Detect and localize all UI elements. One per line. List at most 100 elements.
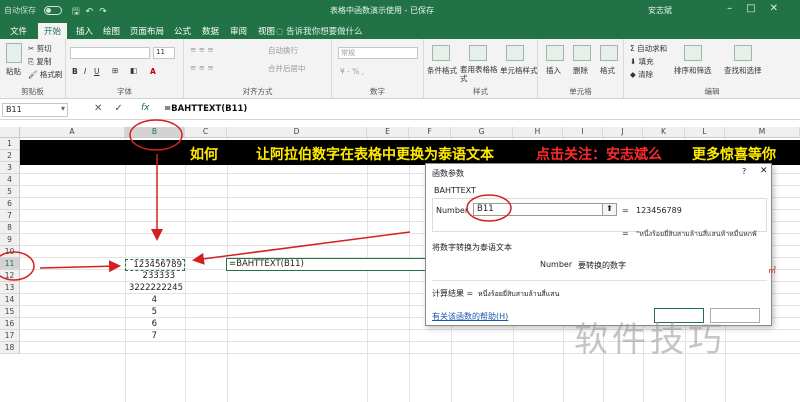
find-select-button[interactable]: 查找和选择: [724, 65, 762, 76]
cell-styles-button[interactable]: 单元格样式: [500, 65, 538, 76]
column-header-l[interactable]: L: [685, 127, 725, 138]
insert-function-icon[interactable]: fx: [141, 103, 150, 113]
row-header-12[interactable]: 12: [0, 270, 20, 282]
dialog-close-icon[interactable]: ✕: [760, 166, 768, 176]
column-header-h[interactable]: H: [513, 127, 563, 138]
tab-review[interactable]: 审阅: [230, 25, 247, 37]
format-cells-button[interactable]: 格式: [600, 65, 615, 76]
number-format-box[interactable]: 常规: [338, 47, 418, 59]
merge-center-button[interactable]: 合并后居中: [268, 63, 306, 74]
select-all-corner[interactable]: [0, 127, 20, 138]
cancel-entry-icon[interactable]: ✕: [94, 103, 114, 114]
font-name-box[interactable]: [70, 47, 150, 59]
row-header-3[interactable]: 3: [0, 162, 20, 174]
number-argument-input[interactable]: B11: [473, 203, 617, 216]
collapse-dialog-icon[interactable]: ⬆: [602, 203, 617, 216]
align-top-icon[interactable]: ≡ ≡ ≡: [190, 45, 214, 54]
maximize-icon[interactable]: □: [746, 3, 769, 14]
fill-color-icon[interactable]: ◧: [130, 66, 137, 75]
tab-data[interactable]: 数据: [202, 25, 219, 37]
name-box[interactable]: B11: [2, 103, 68, 117]
cut-button[interactable]: ✂ 剪切: [28, 43, 52, 54]
column-header-a[interactable]: A: [20, 127, 125, 138]
column-header-g[interactable]: G: [451, 127, 513, 138]
cell-b15[interactable]: 5: [125, 307, 157, 317]
font-size-box[interactable]: 11: [153, 47, 175, 59]
tab-page-layout[interactable]: 页面布局: [130, 25, 164, 37]
undo-icon[interactable]: ↶: [86, 7, 100, 17]
font-color-icon[interactable]: A: [150, 67, 156, 76]
paste-icon[interactable]: [6, 43, 22, 63]
function-help-link[interactable]: 有关该函数的帮助(H): [432, 311, 508, 322]
cell-b14[interactable]: 4: [125, 295, 157, 305]
row-header-5[interactable]: 5: [0, 186, 20, 198]
redo-icon[interactable]: ↷: [99, 7, 113, 17]
tab-home[interactable]: 开始: [38, 23, 68, 39]
close-window-icon[interactable]: ✕: [770, 3, 792, 14]
column-header-e[interactable]: E: [367, 127, 409, 138]
paste-button[interactable]: 粘贴: [6, 66, 21, 77]
insert-cells-button[interactable]: 插入: [546, 65, 561, 76]
cell-b13[interactable]: 3222222245: [125, 283, 183, 293]
table-format-button[interactable]: 套用表格格式: [460, 65, 500, 83]
group-number: 常规 ¥ - % , 数字: [332, 39, 424, 99]
minimize-icon[interactable]: –: [727, 3, 746, 14]
row-header-17[interactable]: 17: [0, 330, 20, 342]
tab-file[interactable]: 文件: [10, 25, 27, 37]
row-header-13[interactable]: 13: [0, 282, 20, 294]
clear-button[interactable]: ◆ 清除: [630, 69, 653, 80]
row-header-4[interactable]: 4: [0, 174, 20, 186]
fill-button[interactable]: ⬇ 填充: [630, 56, 654, 67]
delete-cells-button[interactable]: 删除: [573, 65, 588, 76]
save-icon[interactable]: 🖫: [72, 7, 86, 17]
user-name[interactable]: 安志斌: [648, 5, 672, 16]
autosave-toggle[interactable]: [44, 6, 62, 15]
formula-input[interactable]: =BAHTTEXT(B11): [164, 104, 247, 114]
align-left-icon[interactable]: ≡ ≡ ≡: [190, 63, 214, 72]
row-header-10[interactable]: 10: [0, 246, 20, 258]
row-header-6[interactable]: 6: [0, 198, 20, 210]
row-header-2[interactable]: 2: [0, 150, 20, 162]
autosum-button[interactable]: Σ 自动求和: [630, 43, 667, 54]
italic-icon[interactable]: I: [84, 67, 86, 76]
row-header-9[interactable]: 9: [0, 234, 20, 246]
tab-insert[interactable]: 插入: [76, 25, 93, 37]
column-header-b[interactable]: B: [125, 127, 185, 138]
calculation-result-label: 计算结果 =: [432, 289, 474, 298]
wrap-text-button[interactable]: 自动换行: [268, 45, 298, 56]
row-header-8[interactable]: 8: [0, 222, 20, 234]
column-header-j[interactable]: J: [603, 127, 643, 138]
cell-b11[interactable]: 123456789: [125, 259, 185, 271]
column-header-i[interactable]: I: [563, 127, 603, 138]
cell-b17[interactable]: 7: [125, 331, 157, 341]
cell-d11-editing[interactable]: =BAHTTEXT(B11): [226, 258, 426, 271]
currency-icon[interactable]: ¥ - % ,: [340, 67, 364, 76]
row-header-18[interactable]: 18: [0, 342, 20, 354]
tell-me-box[interactable]: ◌ 告诉我你想要做什么: [276, 25, 363, 37]
column-header-d[interactable]: D: [227, 127, 367, 138]
conditional-format-button[interactable]: 条件格式: [427, 65, 457, 76]
dialog-help-icon[interactable]: ?: [742, 167, 746, 176]
sort-filter-button[interactable]: 排序和筛选: [674, 65, 712, 76]
row-header-7[interactable]: 7: [0, 210, 20, 222]
format-painter-button[interactable]: 🖌 格式刷: [28, 69, 62, 80]
tab-view[interactable]: 视图: [258, 25, 275, 37]
row-header-16[interactable]: 16: [0, 318, 20, 330]
underline-icon[interactable]: U: [94, 67, 100, 76]
bold-icon[interactable]: B: [72, 67, 78, 76]
copy-button[interactable]: ⎘ 复制: [28, 56, 51, 67]
row-header-11[interactable]: 11: [0, 258, 20, 270]
row-header-1[interactable]: 1: [0, 138, 20, 150]
cell-b12[interactable]: 233333: [125, 271, 175, 281]
column-header-f[interactable]: F: [409, 127, 451, 138]
row-header-14[interactable]: 14: [0, 294, 20, 306]
tab-draw[interactable]: 绘图: [103, 25, 120, 37]
column-header-k[interactable]: K: [643, 127, 685, 138]
confirm-entry-icon[interactable]: ✓: [114, 103, 134, 114]
tab-formulas[interactable]: 公式: [174, 25, 191, 37]
row-header-15[interactable]: 15: [0, 306, 20, 318]
column-header-c[interactable]: C: [185, 127, 227, 138]
borders-icon[interactable]: ⊞: [112, 66, 118, 75]
cell-b16[interactable]: 6: [125, 319, 157, 329]
column-header-m[interactable]: M: [725, 127, 800, 138]
